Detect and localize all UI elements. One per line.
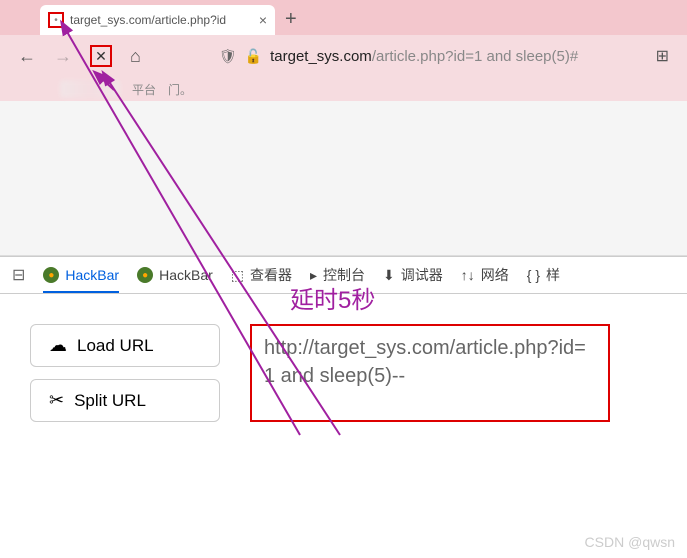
shield-icon: 🛡	[219, 48, 237, 65]
debugger-icon: ⬇	[383, 267, 395, 284]
hackbar-panel: ☁ Load URL ✂ Split URL http://target_sys…	[0, 294, 687, 452]
new-tab-button[interactable]: +	[285, 8, 297, 35]
tab-style[interactable]: { } 样	[527, 265, 560, 285]
loading-icon	[48, 12, 64, 28]
url-text: target_sys.com/article.php?id=1 and slee…	[270, 48, 578, 65]
tab-bar: target_sys.com/article.php?id × +	[0, 0, 687, 35]
annotation-label: 延时5秒	[290, 280, 375, 315]
tab-hackbar[interactable]: ● HackBar	[43, 267, 119, 293]
forward-button: →	[54, 46, 72, 67]
network-icon: ↑↓	[461, 267, 475, 283]
panel-toggle-icon[interactable]: ⊟	[12, 265, 25, 285]
qr-icon[interactable]: ⊞	[656, 46, 669, 66]
watermark: CSDN @qwsn	[585, 534, 675, 550]
nav-bar: ← → ✕ ⌂ 🛡 🔓 target_sys.com/article.php?i…	[0, 35, 687, 77]
tab-hackbar-2[interactable]: ● HackBar	[137, 267, 213, 283]
button-column: ☁ Load URL ✂ Split URL	[30, 324, 220, 422]
cloud-download-icon: ☁	[49, 335, 67, 356]
blurred-item	[60, 80, 120, 98]
tab-network[interactable]: ↑↓ 网络	[461, 265, 509, 285]
home-button[interactable]: ⌂	[130, 46, 141, 67]
page-content	[0, 101, 687, 256]
bookmark-item[interactable]: 平台	[132, 81, 156, 98]
inspector-icon: ⬚	[231, 267, 244, 284]
hackbar-icon: ●	[137, 267, 153, 283]
scissors-icon: ✂	[49, 390, 64, 411]
style-icon: { }	[527, 267, 540, 283]
address-bar[interactable]: 🛡 🔓 target_sys.com/article.php?id=1 and …	[219, 48, 618, 65]
url-input[interactable]: http://target_sys.com/article.php?id=1 a…	[250, 324, 610, 422]
back-button[interactable]: ←	[18, 46, 36, 67]
load-url-button[interactable]: ☁ Load URL	[30, 324, 220, 367]
bookmark-item[interactable]: 门。	[168, 81, 192, 98]
browser-tab[interactable]: target_sys.com/article.php?id ×	[40, 5, 275, 35]
hackbar-icon: ●	[43, 267, 59, 283]
tab-title: target_sys.com/article.php?id	[70, 13, 255, 27]
bookmarks-bar: 平台 门。	[0, 77, 687, 101]
stop-button[interactable]: ✕	[90, 45, 112, 67]
close-icon[interactable]: ×	[259, 12, 267, 28]
tab-debugger[interactable]: ⬇ 调试器	[383, 265, 443, 285]
insecure-icon: 🔓	[245, 48, 262, 65]
split-url-button[interactable]: ✂ Split URL	[30, 379, 220, 422]
tab-inspector[interactable]: ⬚ 查看器	[231, 265, 292, 285]
